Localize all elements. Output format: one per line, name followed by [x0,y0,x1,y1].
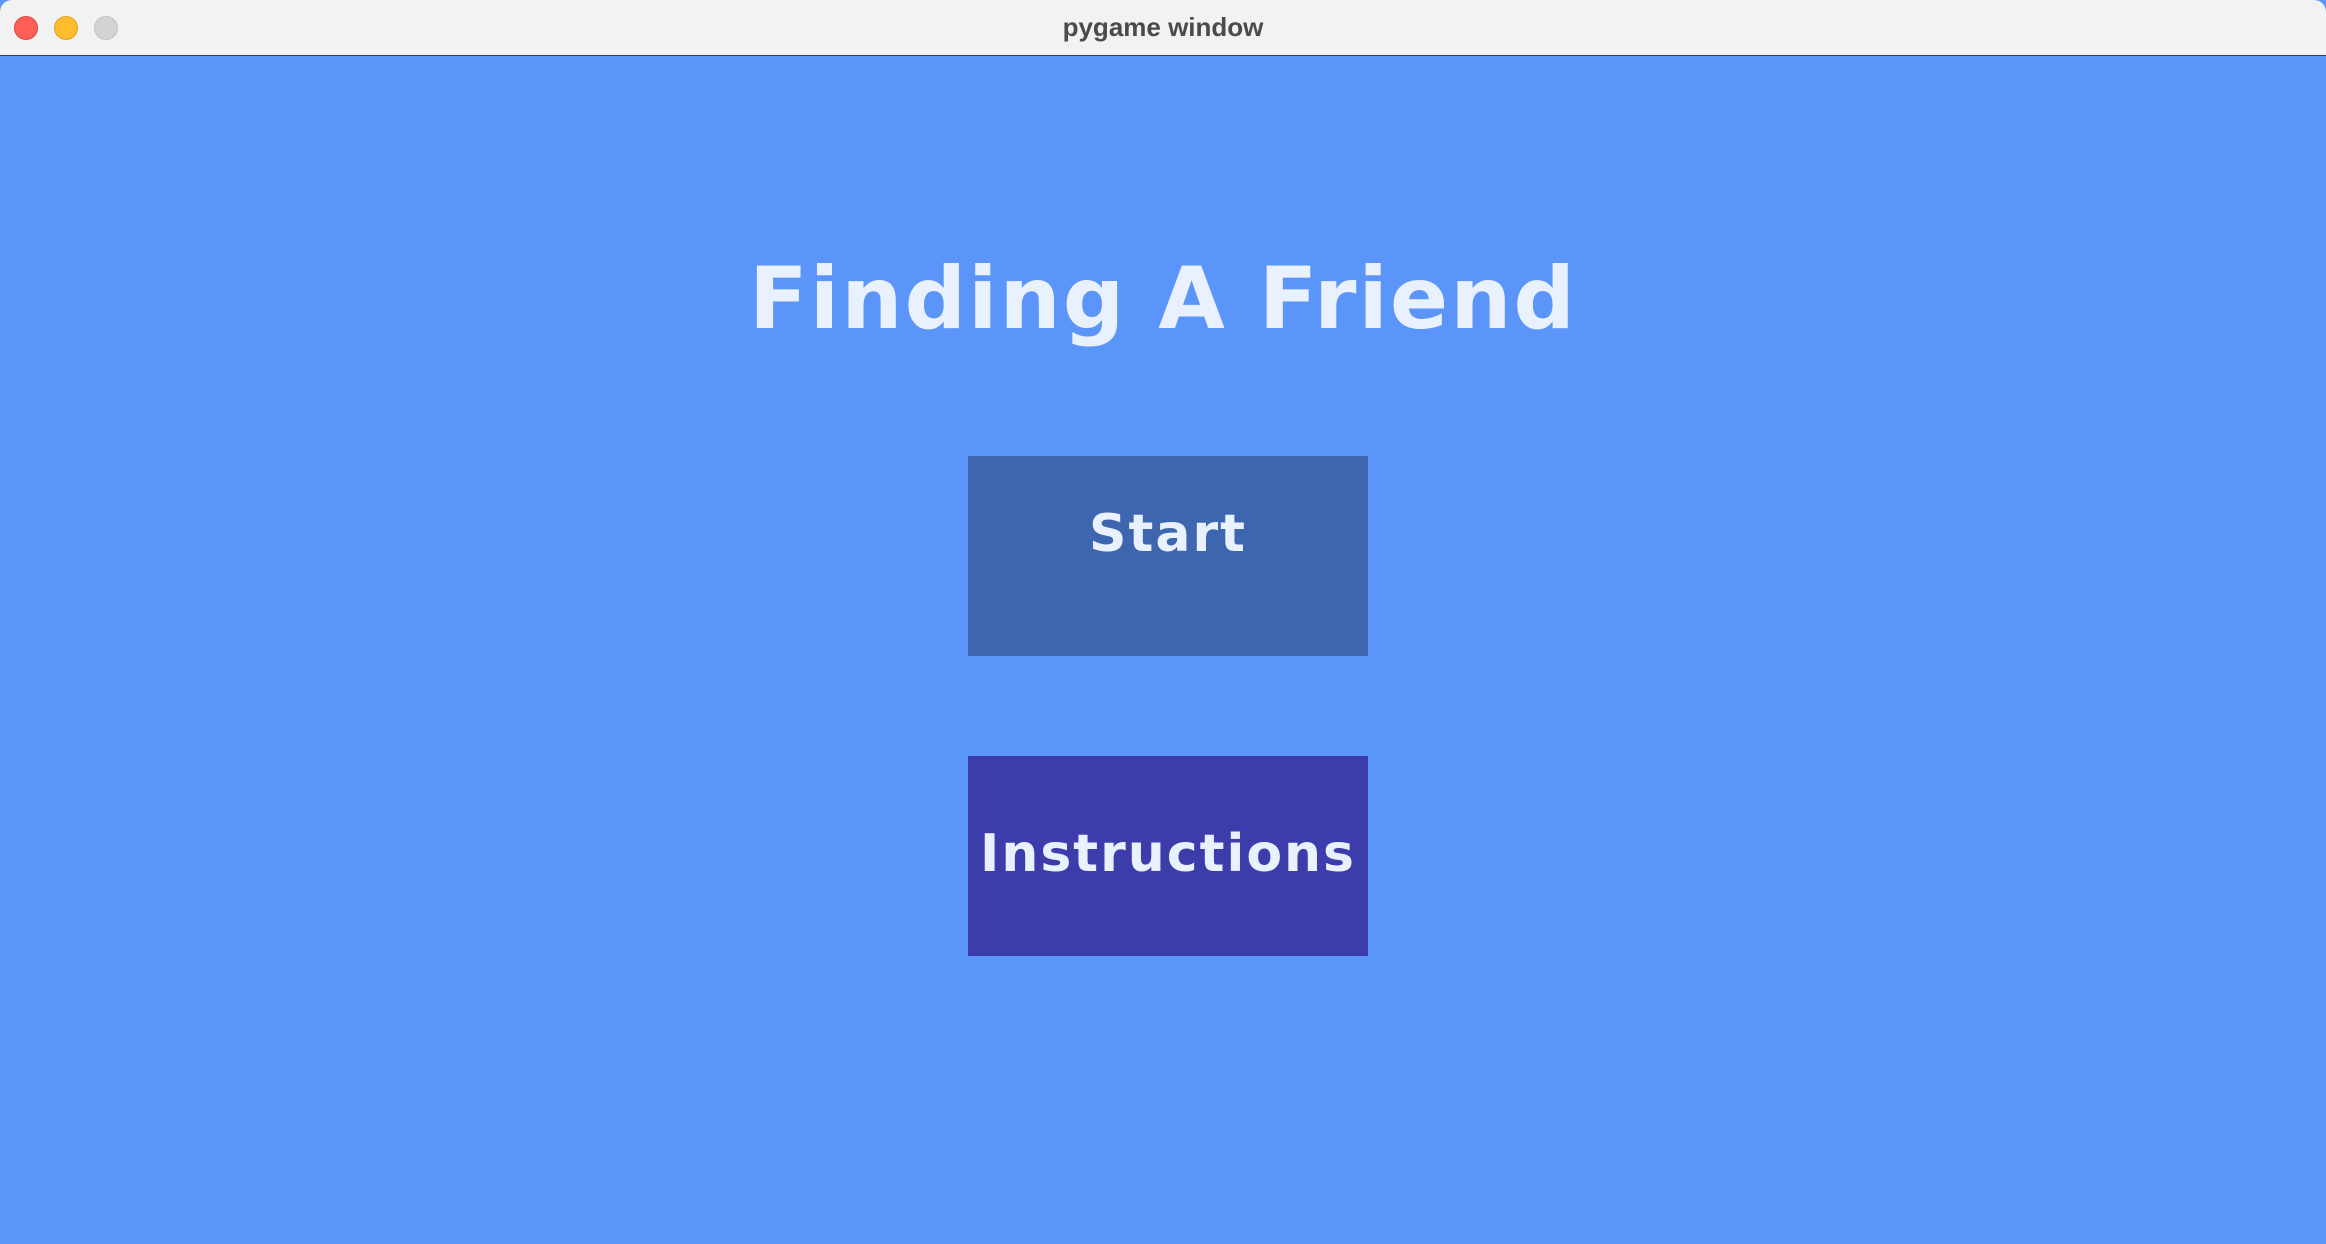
pygame-window: pygame window Finding A Friend Start Ins… [0,0,2326,1244]
window-titlebar[interactable]: pygame window [0,0,2326,56]
start-button-label: Start [1089,504,1247,564]
instructions-button-label: Instructions [979,824,1357,884]
instructions-button[interactable]: Instructions [968,756,1368,956]
window-title: pygame window [1062,12,1264,42]
game-title: Finding A Friend [749,249,1577,349]
game-canvas: Finding A Friend Start Instructions [0,56,2326,1244]
start-button[interactable]: Start [968,456,1368,656]
